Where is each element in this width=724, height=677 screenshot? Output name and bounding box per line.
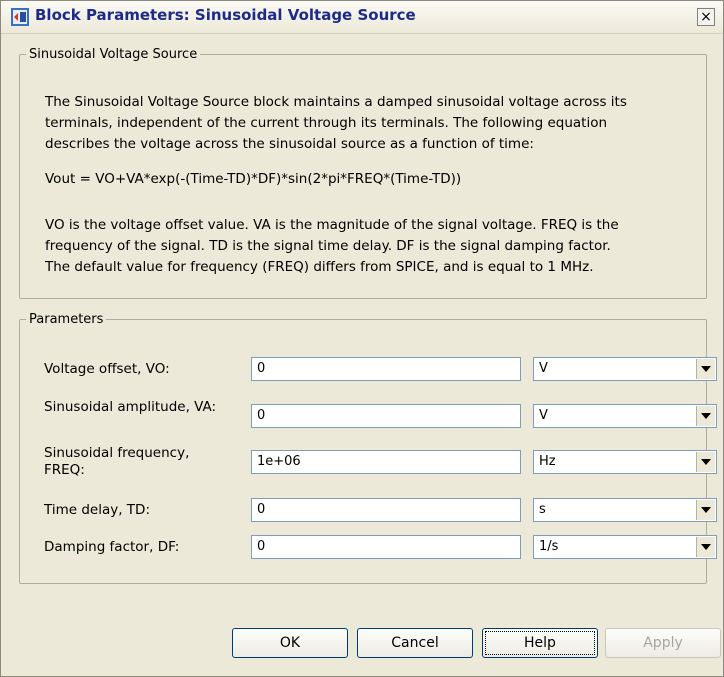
parameters-legend: Parameters (29, 312, 104, 327)
window-title: Block Parameters: Sinusoidal Voltage Sou… (35, 6, 416, 24)
equation-text: Vout = VO+VA*exp(-(Time-TD)*DF)*sin(2*pi… (45, 171, 462, 187)
damping-factor-label: Damping factor, DF: (44, 539, 180, 555)
simulink-block-icon (11, 8, 29, 26)
sinusoidal-frequency-label: Sinusoidal frequency, FREQ: (44, 445, 190, 478)
description-text-line: terminals, independent of the current th… (45, 115, 608, 131)
description-text-line: frequency of the signal. TD is the signa… (45, 238, 611, 254)
chevron-down-icon[interactable] (696, 452, 715, 472)
voltage-offset-label: Voltage offset, VO: (44, 361, 170, 377)
sinusoidal-amplitude-unit-select[interactable]: V (533, 404, 717, 428)
description-text-line: VO is the voltage offset value. VA is th… (45, 217, 619, 233)
description-legend: Sinusoidal Voltage Source (29, 47, 198, 62)
description-text-line: The default value for frequency (FREQ) d… (45, 259, 594, 275)
voltage-offset-unit-value: V (539, 361, 548, 376)
damping-factor-field[interactable]: 0 (251, 535, 521, 559)
chevron-down-icon[interactable] (696, 359, 715, 379)
time-delay-unit-value: s (539, 502, 546, 517)
chevron-down-icon[interactable] (696, 406, 715, 426)
sinusoidal-frequency-unit-select[interactable]: Hz (533, 450, 717, 474)
description-text-line: The Sinusoidal Voltage Source block main… (45, 94, 627, 110)
description-text-line: describes the voltage across the sinusoi… (45, 136, 534, 152)
parameters-group: Parameters Voltage offset, VO: 0 V Sinus… (19, 312, 717, 584)
time-delay-field[interactable]: 0 (251, 498, 521, 522)
description-group: Sinusoidal Voltage Source The Sinusoidal… (19, 47, 707, 299)
voltage-offset-unit-select[interactable]: V (533, 357, 717, 381)
ok-button[interactable]: OK (232, 628, 348, 658)
sinusoidal-frequency-unit-value: Hz (539, 454, 556, 469)
close-button[interactable]: × (697, 8, 715, 26)
sinusoidal-amplitude-label: Sinusoidal amplitude, VA: (44, 399, 217, 415)
damping-factor-unit-select[interactable]: 1/s (533, 535, 717, 559)
chevron-down-icon[interactable] (696, 537, 715, 557)
dialog-window: Block Parameters: Sinusoidal Voltage Sou… (0, 0, 724, 677)
help-button[interactable]: Help (482, 628, 598, 658)
voltage-offset-field[interactable]: 0 (251, 357, 521, 381)
apply-button[interactable]: Apply (605, 628, 721, 658)
time-delay-label: Time delay, TD: (44, 502, 150, 518)
sinusoidal-amplitude-field[interactable]: 0 (251, 404, 521, 428)
sinusoidal-amplitude-unit-value: V (539, 408, 548, 423)
damping-factor-unit-value: 1/s (539, 539, 559, 554)
chevron-down-icon[interactable] (696, 500, 715, 520)
time-delay-unit-select[interactable]: s (533, 498, 717, 522)
title-bar: Block Parameters: Sinusoidal Voltage Sou… (1, 1, 723, 34)
cancel-button[interactable]: Cancel (357, 628, 473, 658)
sinusoidal-frequency-field[interactable]: 1e+06 (251, 450, 521, 474)
